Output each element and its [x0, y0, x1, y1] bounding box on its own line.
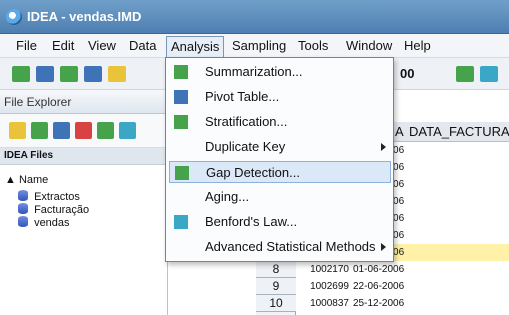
benfords-law-icon: [174, 215, 188, 229]
menu-tools[interactable]: Tools: [294, 38, 332, 56]
idea-app-icon: [6, 9, 22, 25]
column-header-data-factura[interactable]: DATA_FACTURA: [409, 124, 509, 139]
file-explorer-title: File Explorer: [0, 90, 168, 114]
menu-view[interactable]: View: [84, 38, 120, 56]
tree-view-icon[interactable]: [31, 122, 48, 139]
column-header-a[interactable]: A: [395, 124, 404, 139]
folder-icon[interactable]: [9, 122, 26, 139]
window-titlebar: IDEA - vendas.IMD: [0, 0, 509, 34]
menu-item-pivot-table[interactable]: Pivot Table...: [169, 86, 391, 108]
delete-icon[interactable]: [119, 122, 136, 139]
zoom-text: 00: [400, 66, 415, 81]
refresh-icon[interactable]: [53, 122, 70, 139]
menu-edit[interactable]: Edit: [48, 38, 78, 56]
idea-files-header: IDEA Files: [0, 148, 168, 165]
submenu-arrow-icon: [381, 143, 386, 151]
menu-bar: File Edit View Data Analysis Sampling To…: [0, 34, 509, 58]
pivot-table-icon: [174, 90, 188, 104]
menu-file[interactable]: File: [12, 38, 41, 56]
window-title: IDEA - vendas.IMD: [27, 9, 142, 24]
database-file-icon: [18, 203, 28, 214]
stratification-icon: [174, 115, 188, 129]
menu-item-gap-detection[interactable]: Gap Detection...: [169, 161, 391, 183]
submenu-arrow-icon: [381, 243, 386, 251]
table-row[interactable]: 8 1002170 01-06-2006: [256, 261, 509, 278]
menu-item-stratification[interactable]: Stratification...: [169, 111, 391, 133]
compare-icon[interactable]: [84, 66, 102, 82]
append-icon[interactable]: [60, 66, 78, 82]
menu-help[interactable]: Help: [400, 38, 435, 56]
table-row[interactable]: 10 1000837 25-12-2006: [256, 295, 509, 312]
field-icon[interactable]: [456, 66, 474, 82]
menu-item-benfords-law[interactable]: Benford's Law...: [169, 211, 391, 233]
properties-icon[interactable]: [97, 122, 114, 139]
menu-analysis[interactable]: Analysis: [166, 36, 225, 58]
menu-data[interactable]: Data: [125, 38, 160, 56]
database-file-icon: [18, 190, 28, 201]
analysis-dropdown-menu: Summarization... Pivot Table... Stratifi…: [165, 57, 394, 262]
table-row[interactable]: 9 1002699 22-06-2006: [256, 278, 509, 295]
flag-icon[interactable]: [75, 122, 92, 139]
join-icon[interactable]: [36, 66, 54, 82]
menu-item-aging[interactable]: Aging...: [169, 186, 391, 208]
database-icon[interactable]: [480, 66, 498, 82]
collapse-arrow-icon[interactable]: ▲: [5, 174, 16, 186]
name-column-header[interactable]: ▲ Name: [5, 173, 48, 187]
summarization-icon: [174, 65, 188, 79]
edit-icon[interactable]: [108, 66, 126, 82]
gap-detection-icon: [175, 166, 189, 180]
menu-sampling[interactable]: Sampling: [228, 38, 290, 56]
file-extractos[interactable]: Extractos: [18, 190, 80, 204]
file-facturacao[interactable]: Facturação: [18, 203, 89, 217]
menu-item-advanced-statistical-methods[interactable]: Advanced Statistical Methods: [169, 236, 391, 258]
new-database-icon[interactable]: [12, 66, 30, 82]
menu-item-duplicate-key[interactable]: Duplicate Key: [169, 136, 391, 158]
file-explorer-toolbar: [0, 114, 168, 148]
menu-window[interactable]: Window: [342, 38, 396, 56]
database-file-icon: [18, 216, 28, 227]
file-explorer-panel: File Explorer IDEA Files ▲ Name Extracto…: [0, 90, 168, 315]
file-vendas[interactable]: vendas: [18, 216, 70, 230]
menu-item-summarization[interactable]: Summarization...: [169, 61, 391, 83]
